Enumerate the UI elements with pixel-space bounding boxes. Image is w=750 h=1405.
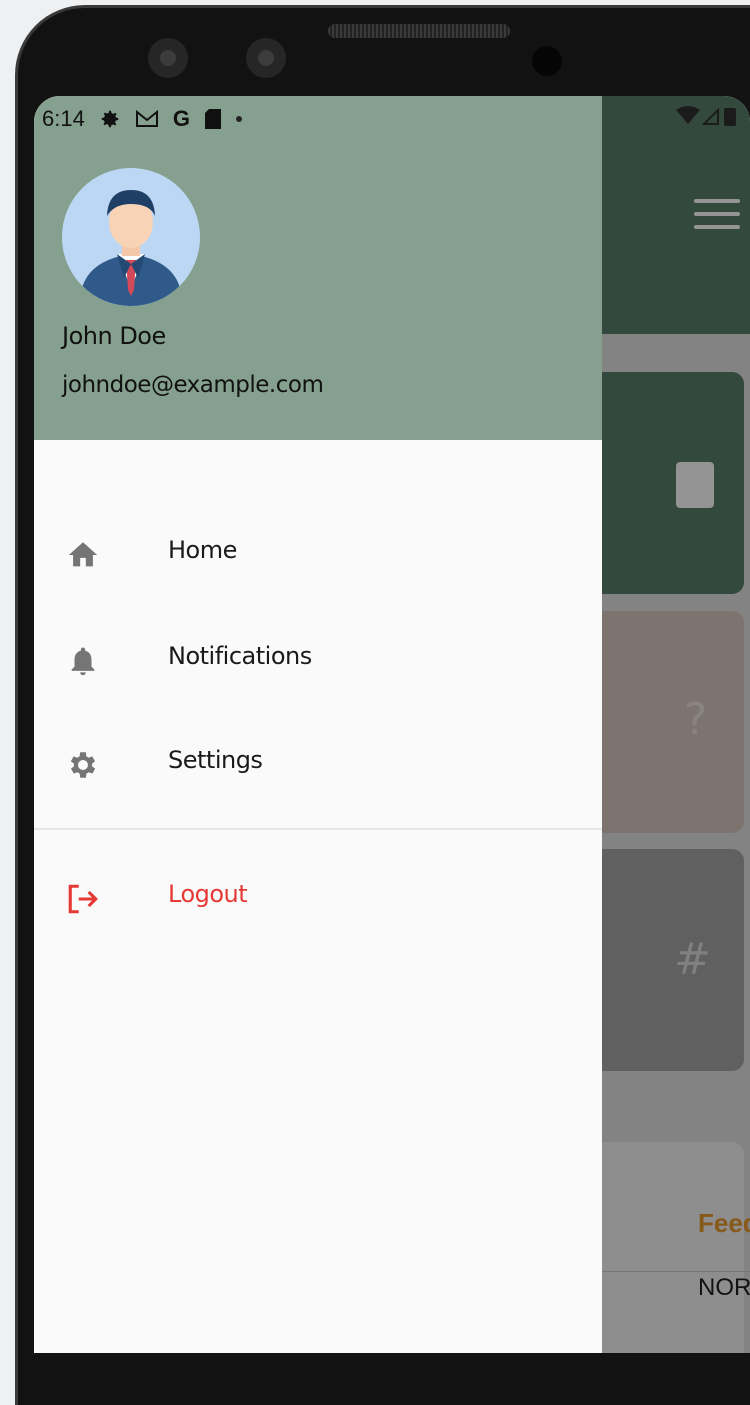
home-icon: [68, 542, 98, 567]
dot-icon: [235, 116, 242, 122]
screen: ? # Feed NOR 6:14 G: [34, 96, 750, 1353]
settings-icon: [101, 110, 119, 128]
drawer-divider: [34, 828, 602, 830]
drawer-header: 6:14 G John Doe johndoe@example.com: [34, 96, 602, 440]
drawer-item-label: Notifications: [168, 642, 312, 670]
status-bar-right: [674, 104, 744, 136]
user-avatar-illustration: [62, 168, 200, 306]
sd-card-icon: [204, 109, 221, 129]
navigation-drawer: 6:14 G John Doe johndoe@example.com Home…: [34, 96, 602, 1353]
wifi-signal-battery-icon: [676, 106, 736, 126]
status-bar: 6:14 G: [42, 104, 242, 134]
drawer-item-label: Settings: [168, 746, 263, 774]
front-camera: [148, 38, 188, 78]
user-name: John Doe: [62, 322, 166, 350]
drawer-item-notifications[interactable]: Notifications: [34, 614, 602, 704]
proximity-sensor: [532, 46, 562, 76]
gmail-icon: [135, 109, 158, 127]
drawer-item-home[interactable]: Home: [34, 508, 602, 598]
status-time: 6:14: [42, 106, 85, 131]
drawer-item-logout[interactable]: Logout: [34, 852, 602, 942]
gear-icon: [70, 752, 96, 778]
user-email: johndoe@example.com: [62, 372, 324, 398]
google-icon: G: [172, 106, 190, 131]
logout-icon: [68, 884, 98, 914]
drawer-item-settings[interactable]: Settings: [34, 718, 602, 808]
earpiece-speaker: [328, 24, 510, 38]
drawer-item-label: Home: [168, 536, 237, 564]
avatar[interactable]: [62, 168, 200, 306]
drawer-item-label: Logout: [168, 880, 248, 908]
bell-icon: [71, 647, 95, 676]
front-sensor: [246, 38, 286, 78]
